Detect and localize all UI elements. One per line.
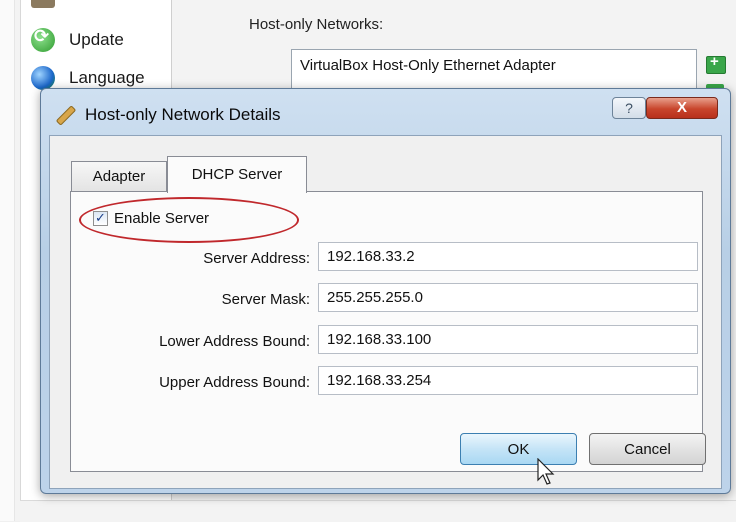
network-icon	[31, 0, 55, 8]
server-address-row: Server Address:	[71, 242, 702, 274]
add-network-icon[interactable]	[706, 53, 726, 74]
server-address-input[interactable]	[318, 242, 698, 271]
tab-adapter[interactable]: Adapter	[71, 161, 167, 192]
upper-address-bound-label: Upper Address Bound:	[159, 374, 310, 391]
upper-address-bound-input[interactable]	[318, 366, 698, 395]
window-edge	[0, 0, 15, 521]
lower-address-bound-row: Lower Address Bound:	[71, 325, 702, 357]
sidebar-item-label: Update	[69, 30, 124, 49]
help-button[interactable]: ?	[612, 97, 646, 119]
enable-server-checkbox[interactable]: ✓	[93, 211, 108, 226]
sidebar-item-label: Language	[69, 68, 145, 87]
close-button[interactable]: X	[646, 97, 718, 119]
tab-dhcp-server[interactable]: DHCP Server	[167, 156, 307, 193]
cancel-button[interactable]: Cancel	[589, 433, 706, 465]
globe-icon	[31, 66, 55, 90]
host-only-network-details-dialog: Host-only Network Details ? X Adapter DH…	[40, 88, 731, 494]
list-item[interactable]: VirtualBox Host-Only Ethernet Adapter	[300, 57, 556, 74]
sidebar-item-language[interactable]: Language	[31, 66, 145, 90]
dialog-titlebar[interactable]: Host-only Network Details ? X	[41, 89, 730, 133]
upper-address-bound-row: Upper Address Bound:	[71, 366, 702, 398]
lower-address-bound-label: Lower Address Bound:	[159, 333, 310, 350]
server-mask-input[interactable]	[318, 283, 698, 312]
update-icon	[31, 26, 55, 52]
lower-address-bound-input[interactable]	[318, 325, 698, 354]
screwdriver-icon	[53, 103, 75, 125]
dialog-title: Host-only Network Details	[85, 105, 281, 124]
ok-button[interactable]: OK	[460, 433, 577, 465]
dialog-body: Adapter DHCP Server ✓ Enable Server Serv…	[49, 135, 722, 489]
server-mask-label: Server Mask:	[221, 291, 310, 308]
server-address-label: Server Address:	[203, 250, 310, 267]
enable-server-row[interactable]: ✓ Enable Server	[79, 197, 299, 243]
server-mask-row: Server Mask:	[71, 283, 702, 315]
enable-server-label: Enable Server	[114, 210, 210, 227]
sidebar-item-network[interactable]	[31, 0, 55, 8]
window-bottom-bar	[20, 500, 736, 522]
dhcp-server-panel: ✓ Enable Server Server Address: Server M…	[70, 191, 703, 472]
sidebar-item-update[interactable]: Update	[31, 26, 124, 52]
host-only-networks-heading: Host-only Networks:	[249, 16, 384, 33]
